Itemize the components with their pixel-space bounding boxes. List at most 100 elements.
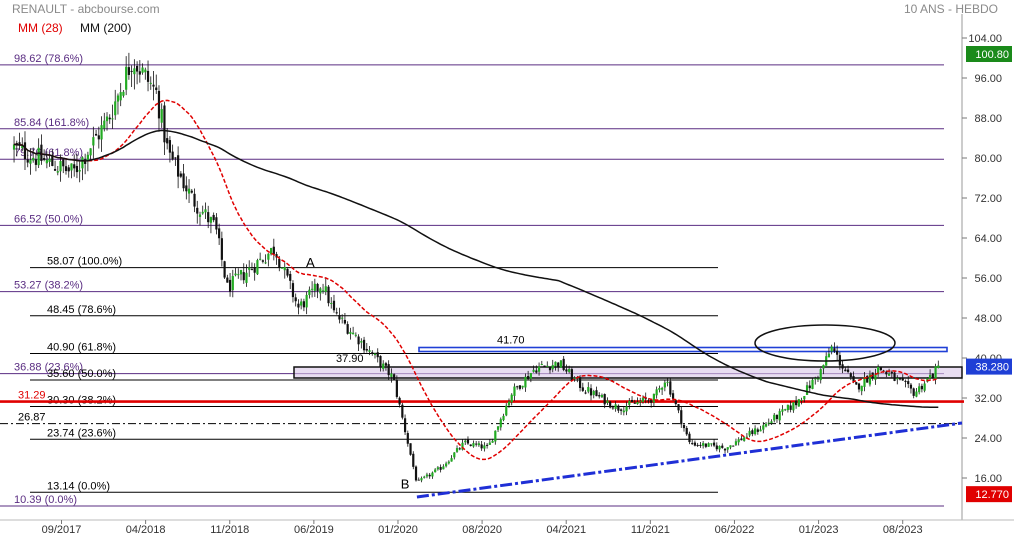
candle-body (516, 386, 519, 388)
candle-body (641, 397, 645, 402)
fib-lower-label: 58.07 (100.0%) (47, 256, 122, 268)
x-tick-label: 09/2017 (42, 524, 82, 536)
candle-body (127, 67, 130, 75)
candle-body (505, 405, 508, 416)
candle-body (696, 444, 699, 446)
candle-body (537, 366, 541, 372)
candle-body (75, 165, 79, 173)
legend: MM (28) MM (200) (18, 21, 145, 35)
candle-body (557, 362, 560, 367)
candle-body (792, 402, 795, 411)
candle-body (666, 381, 669, 383)
candle-body (67, 167, 70, 172)
candle-body (904, 380, 907, 382)
dashdot-label: 26.87 (18, 412, 46, 424)
candle-body (226, 277, 229, 283)
candle-body (343, 319, 347, 324)
candle-body (324, 286, 327, 292)
candle-body (215, 217, 218, 230)
candle-body (338, 314, 341, 320)
candle-body (431, 472, 434, 477)
fib-upper-label: 53.27 (38.2%) (14, 280, 83, 292)
chart-panel: 104.00 96.00 88.00 80.00 72.00 64.00 56.00 48.0… (0, 0, 1014, 538)
candle-body (250, 269, 254, 271)
candle-body (652, 393, 656, 403)
candle-body (174, 157, 177, 159)
candle-body (775, 414, 779, 420)
candle-body (639, 401, 642, 403)
candle-body (915, 391, 918, 397)
candle-body (677, 404, 680, 411)
candle-body (841, 364, 844, 369)
candle-body (108, 117, 111, 120)
candle-body (259, 258, 262, 260)
candle-body (781, 409, 784, 412)
legend-ma200[interactable]: MM (200) (80, 21, 131, 35)
candle-body (836, 350, 839, 355)
candle-body (390, 373, 393, 377)
candle-body (778, 411, 781, 421)
candle-body (196, 207, 199, 214)
candle-body (447, 461, 450, 464)
candle-body (661, 387, 664, 390)
candle-body (743, 437, 746, 441)
candle-body (152, 84, 155, 87)
candle-body (491, 440, 494, 443)
candle-body (800, 399, 803, 401)
candle-body (453, 452, 456, 458)
x-tick-label: 08/2020 (462, 524, 502, 536)
candle-body (300, 301, 303, 306)
candle-body (931, 373, 934, 378)
x-tick-label: 01/2023 (799, 524, 839, 536)
candle-body (789, 405, 792, 410)
candle-body (480, 444, 483, 449)
candle-body (403, 418, 407, 433)
candle-body (805, 385, 809, 395)
y-tick-label: 24.00 (974, 433, 1002, 445)
candle-body (855, 382, 858, 385)
candle-body (693, 442, 697, 446)
candle-body (327, 286, 330, 304)
candle-body (332, 300, 336, 311)
candle-body (26, 159, 29, 163)
high-price-box-label: 100.80 (975, 49, 1009, 61)
candle-body (223, 261, 226, 278)
candle-body (45, 159, 48, 164)
candle-body (808, 385, 811, 389)
candle-body (699, 444, 702, 446)
fib-upper-label: 98.62 (78.6%) (14, 53, 83, 65)
candle-body (704, 443, 707, 447)
period-label: 10 ANS - HEBDO (903, 2, 998, 16)
legend-ma28[interactable]: MM (28) (18, 21, 63, 35)
candle-body (920, 385, 923, 390)
candle-body (62, 159, 65, 167)
candle-body (103, 120, 106, 129)
candle-body (111, 118, 114, 120)
candle-body (73, 164, 76, 169)
candle-body (439, 467, 442, 470)
candle-body (384, 363, 388, 366)
candle-body (436, 467, 439, 470)
candle-body (786, 404, 790, 411)
y-tick-label: 48.00 (974, 313, 1002, 325)
candle-body (146, 70, 150, 82)
candle-body (455, 448, 459, 452)
candle-body (29, 159, 32, 164)
candle-body (362, 339, 366, 351)
candle-body (272, 246, 275, 254)
fib-lower-label: 13.14 (0.0%) (47, 480, 110, 492)
candle-body (330, 302, 333, 304)
candle-body (751, 430, 754, 435)
candle-body (267, 253, 270, 260)
candle-body (857, 383, 861, 390)
candle-body (168, 140, 172, 153)
candle-body (302, 301, 306, 308)
candle-body (609, 401, 612, 408)
candle-body (562, 358, 565, 370)
chart-title: RENAULT - abcbourse.com (12, 2, 160, 16)
candle-body (712, 442, 716, 446)
candle-body (655, 389, 658, 396)
candle-body (521, 385, 524, 388)
candle-body (335, 312, 338, 314)
candle-body (204, 209, 207, 213)
